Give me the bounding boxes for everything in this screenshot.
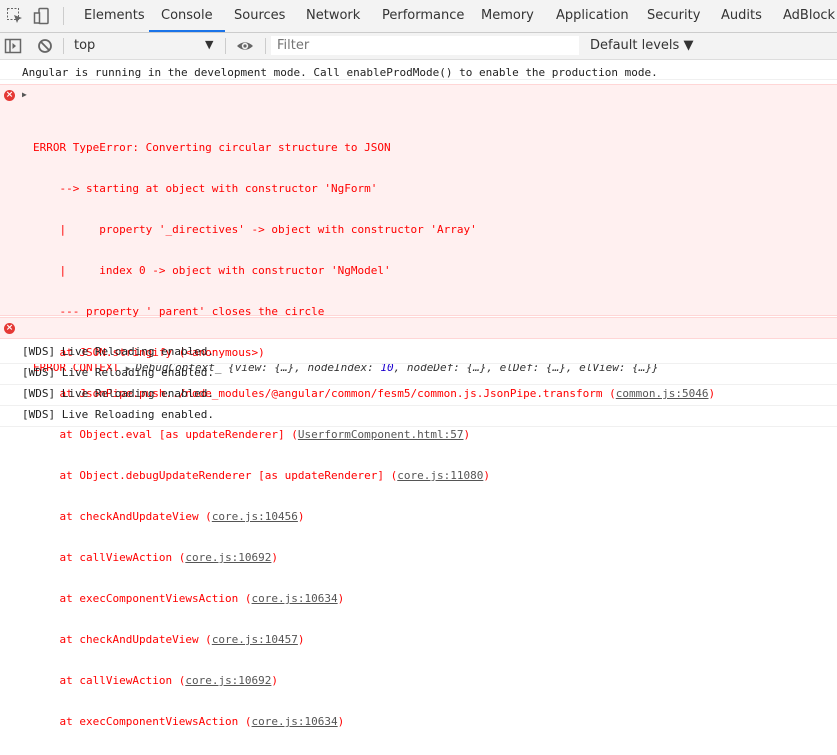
console-log-message: [WDS] Live Reloading enabled.	[0, 406, 837, 427]
source-link[interactable]: core.js:10692	[185, 551, 271, 564]
tab-adblock[interactable]: AdBlock	[783, 0, 835, 32]
inspect-element-icon[interactable]	[6, 7, 24, 25]
stack-frame-end: )	[337, 592, 345, 605]
tab-network[interactable]: Network	[306, 0, 360, 32]
toolbar-divider	[63, 38, 64, 54]
stack-frame-end: )	[337, 715, 345, 728]
source-link[interactable]: core.js:10634	[252, 715, 338, 728]
error-detail-line: | property '_directives' -> object with …	[33, 223, 477, 236]
stack-frame-text: at execComponentViewsAction (	[33, 715, 252, 728]
stack-frame-text: at Object.debugUpdateRenderer [as update…	[33, 469, 398, 482]
console-error-context-message[interactable]: × ERROR CONTEXT ▶ DebugContext_ {view: {…	[0, 317, 837, 374]
toolbar-divider	[265, 38, 266, 54]
tab-performance[interactable]: Performance	[382, 0, 464, 32]
tab-divider	[63, 7, 64, 25]
stack-frame-end: )	[463, 428, 471, 441]
stack-frame: at checkAndUpdateView (core.js:10457)	[33, 632, 837, 647]
device-toolbar-icon[interactable]	[33, 7, 51, 25]
stack-frame: at execComponentViewsAction (core.js:106…	[33, 591, 837, 606]
tab-audits[interactable]: Audits	[721, 0, 762, 32]
console-log-message: [WDS] Live Reloading enabled.	[0, 385, 837, 406]
stack-frame-text: at callViewAction (	[33, 551, 186, 564]
tab-elements[interactable]: Elements	[84, 0, 145, 32]
context-selector[interactable]: top	[74, 38, 95, 53]
source-link[interactable]: core.js:10634	[252, 592, 338, 605]
error-title: ERROR TypeError: Converting circular str…	[33, 141, 391, 154]
log-levels-dropdown[interactable]: Default levels ▼	[590, 38, 693, 53]
error-detail-line: --> starting at object with constructor …	[33, 182, 378, 195]
console-toolbar: top ▼ Default levels ▼	[0, 33, 837, 60]
console-log-message: [WDS] Live Reloading enabled.	[0, 364, 837, 385]
stack-frame-text: at checkAndUpdateView (	[33, 510, 212, 523]
stack-frame-text: at checkAndUpdateView (	[33, 633, 212, 646]
error-circle-icon: ×	[4, 323, 15, 334]
error-detail-line: | index 0 -> object with constructor 'Ng…	[33, 264, 391, 277]
context-dropdown-icon[interactable]: ▼	[205, 38, 213, 51]
stack-frame: at callViewAction (core.js:10692)	[33, 550, 837, 565]
tab-security[interactable]: Security	[647, 0, 700, 32]
stack-frame-end: )	[271, 674, 279, 687]
stack-frame-text: at execComponentViewsAction (	[33, 592, 252, 605]
stack-frame-end: )	[297, 633, 305, 646]
stack-frame-end: )	[483, 469, 490, 482]
filter-input[interactable]	[271, 36, 579, 55]
tab-memory[interactable]: Memory	[481, 0, 534, 32]
devtools-tab-bar: Elements Console Sources Network Perform…	[0, 0, 837, 33]
expand-triangle-icon[interactable]: ▶	[22, 90, 27, 99]
live-expression-eye-icon[interactable]	[236, 37, 254, 55]
console-info-message: Angular is running in the development mo…	[0, 65, 837, 80]
tab-application[interactable]: Application	[556, 0, 629, 32]
console-log-message: [WDS] Live Reloading enabled.	[0, 343, 837, 364]
source-link[interactable]: core.js:10456	[212, 510, 298, 523]
toolbar-divider	[225, 38, 226, 54]
stack-frame: at callViewAction (core.js:10692)	[33, 673, 837, 688]
stack-frame-end: )	[297, 510, 305, 523]
stack-frame: at checkAndUpdateView (core.js:10456)	[33, 509, 837, 524]
stack-frame: at Object.debugUpdateRenderer [as update…	[33, 468, 837, 483]
stack-frame: at Object.eval [as updateRenderer] (User…	[33, 427, 837, 442]
source-link[interactable]: core.js:11080	[397, 469, 483, 482]
console-error-message[interactable]: × ▶ ERROR TypeError: Converting circular…	[0, 84, 837, 728]
stack-frame-text: at callViewAction (	[33, 674, 186, 687]
error-circle-icon: ×	[4, 90, 15, 101]
stack-frame-end: )	[271, 551, 279, 564]
source-link[interactable]: UserformComponent.html:57	[298, 428, 464, 441]
stack-frame-text: at Object.eval [as updateRenderer] (	[33, 428, 298, 441]
stack-frame: at execComponentViewsAction (core.js:106…	[33, 714, 837, 729]
tab-console[interactable]: Console	[149, 0, 225, 32]
source-link[interactable]: core.js:10457	[212, 633, 298, 646]
source-link[interactable]: core.js:10692	[185, 674, 271, 687]
sidebar-toggle-icon[interactable]	[4, 37, 22, 55]
console-output: Angular is running in the development mo…	[0, 60, 837, 728]
tab-sources[interactable]: Sources	[234, 0, 285, 32]
clear-console-icon[interactable]	[36, 37, 54, 55]
